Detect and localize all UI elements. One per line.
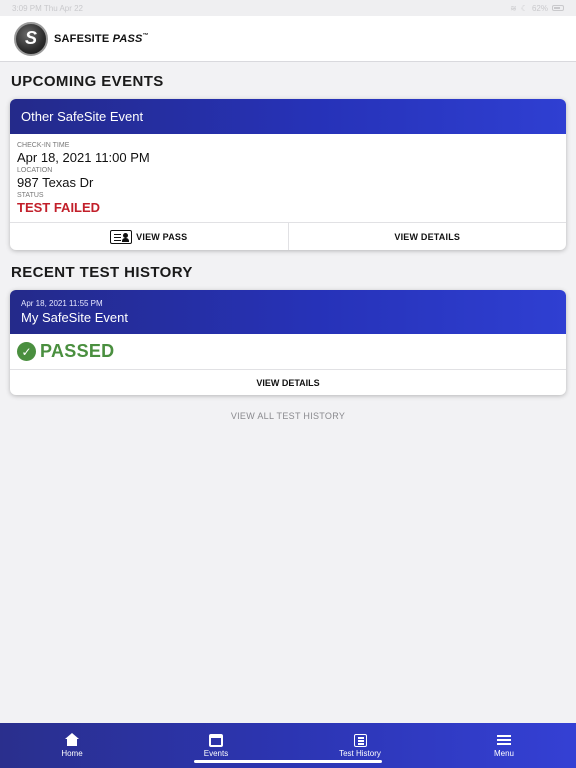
history-view-details-button[interactable]: VIEW DETAILS <box>10 370 566 395</box>
upcoming-events-title: UPCOMING EVENTS <box>11 73 164 90</box>
test-history-header: Apr 18, 2021 11:55 PM My SafeSite Event <box>10 290 566 334</box>
id-card-icon <box>110 229 133 244</box>
view-pass-label: VIEW PASS <box>136 231 188 242</box>
view-all-test-history-link[interactable]: VIEW ALL TEST HISTORY <box>0 411 576 421</box>
nav-label-test-history: Test History <box>339 748 381 758</box>
status-time: 3:09 PM Thu Apr 22 <box>12 3 84 13</box>
home-indicator[interactable] <box>194 760 382 763</box>
test-history-card: Apr 18, 2021 11:55 PM My SafeSite Event … <box>10 290 566 395</box>
upcoming-event-actions: VIEW PASS VIEW DETAILS <box>10 222 566 250</box>
test-history-event-name: My SafeSite Event <box>21 310 128 325</box>
nav-item-menu[interactable]: Menu <box>432 723 576 768</box>
upcoming-event-header: Other SafeSite Event <box>10 99 566 134</box>
test-history-date: Apr 18, 2021 11:55 PM <box>21 299 103 308</box>
nav-label-home: Home <box>61 749 83 758</box>
recent-test-history-title: RECENT TEST HISTORY <box>11 264 193 281</box>
brand-wordmark: SAFESITE PASS™ <box>54 33 149 45</box>
wifi-icon: ≋ <box>510 3 517 13</box>
view-details-label: VIEW DETAILS <box>394 231 461 242</box>
safesite-logo-icon: S <box>14 21 48 56</box>
checkin-value: Apr 18, 2021 11:00 PM <box>17 150 150 165</box>
brand-tm: ™ <box>142 32 149 39</box>
app-header: S SAFESITE PASS™ <box>0 16 576 62</box>
nav-label-events: Events <box>203 748 229 758</box>
status-label: STATUS <box>17 192 44 199</box>
brand-pass: PASS <box>112 32 143 45</box>
status-value: TEST FAILED <box>17 200 101 215</box>
location-label: LOCATION <box>17 167 53 174</box>
check-circle-icon: ✓ <box>17 342 36 361</box>
status-bar: 3:09 PM Thu Apr 22 ≋ ☾ 62% <box>0 0 576 16</box>
calendar-icon <box>209 733 223 747</box>
list-icon <box>353 733 367 747</box>
nav-item-home[interactable]: Home <box>0 723 144 768</box>
status-indicators: ≋ ☾ 62% <box>510 4 564 13</box>
battery-icon <box>552 5 564 11</box>
test-result-row: ✓ PASSED <box>10 334 566 370</box>
home-icon <box>64 733 80 747</box>
nav-label-menu: Menu <box>493 749 514 758</box>
upcoming-event-card: Other SafeSite Event CHECK-IN TIME Apr 1… <box>10 99 566 250</box>
view-pass-button[interactable]: VIEW PASS <box>10 223 288 250</box>
moon-icon: ☾ <box>520 3 528 13</box>
test-result-status: PASSED <box>40 341 115 361</box>
bottom-nav: Home Events Test History Menu <box>0 723 576 768</box>
upcoming-event-details: CHECK-IN TIME Apr 18, 2021 11:00 PM LOCA… <box>10 134 566 222</box>
checkin-label: CHECK-IN TIME <box>17 142 70 149</box>
location-value: 987 Texas Dr <box>17 175 94 190</box>
history-view-details-label: VIEW DETAILS <box>256 377 320 388</box>
view-details-button[interactable]: VIEW DETAILS <box>287 223 567 250</box>
brand-main: SAFESITE <box>54 32 110 45</box>
upcoming-event-name: Other SafeSite Event <box>21 109 144 124</box>
battery-percent: 62% <box>531 3 548 13</box>
menu-icon <box>496 733 512 747</box>
